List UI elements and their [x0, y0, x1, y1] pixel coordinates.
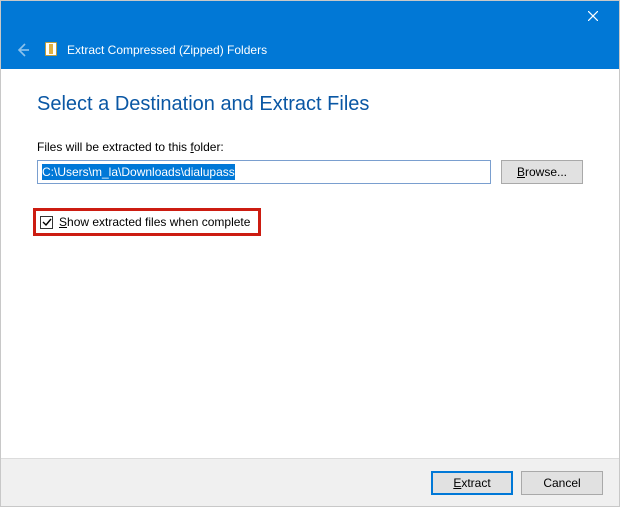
show-extracted-checkbox[interactable]: [40, 216, 53, 229]
wizard-window: Extract Compressed (Zipped) Folders Sele…: [0, 0, 620, 507]
browse-button[interactable]: Browse...: [501, 160, 583, 184]
titlebar: [1, 1, 619, 31]
show-extracted-label-text: how extracted files when complete: [67, 215, 250, 229]
show-extracted-label-accel: S: [59, 215, 67, 229]
browse-button-label: rowse...: [525, 165, 567, 179]
header-bar: Extract Compressed (Zipped) Folders: [1, 31, 619, 69]
footer: Extract Cancel: [1, 458, 619, 506]
folder-field-label-post: older:: [194, 140, 224, 154]
window-title: Extract Compressed (Zipped) Folders: [67, 43, 267, 57]
close-icon: [588, 11, 598, 21]
folder-field-label: Files will be extracted to this folder:: [37, 140, 583, 154]
browse-button-accel: B: [517, 165, 525, 179]
extract-button-label: xtract: [461, 476, 490, 490]
content-area: Select a Destination and Extract Files F…: [1, 69, 619, 458]
destination-path-value: C:\Users\m_la\Downloads\dialupass: [42, 164, 235, 180]
path-row: C:\Users\m_la\Downloads\dialupass Browse…: [37, 160, 583, 184]
page-heading: Select a Destination and Extract Files: [37, 93, 583, 116]
back-arrow-icon: [15, 42, 31, 58]
close-button[interactable]: [570, 2, 615, 30]
extract-button[interactable]: Extract: [431, 471, 513, 495]
zip-folder-icon: [43, 42, 59, 58]
destination-path-input[interactable]: C:\Users\m_la\Downloads\dialupass: [37, 160, 491, 184]
show-extracted-label: Show extracted files when complete: [59, 215, 250, 229]
checkmark-icon: [42, 217, 52, 227]
cancel-button[interactable]: Cancel: [521, 471, 603, 495]
show-extracted-highlight: Show extracted files when complete: [33, 208, 261, 236]
back-button: [11, 38, 35, 62]
folder-field-label-pre: Files will be extracted to this: [37, 140, 190, 154]
